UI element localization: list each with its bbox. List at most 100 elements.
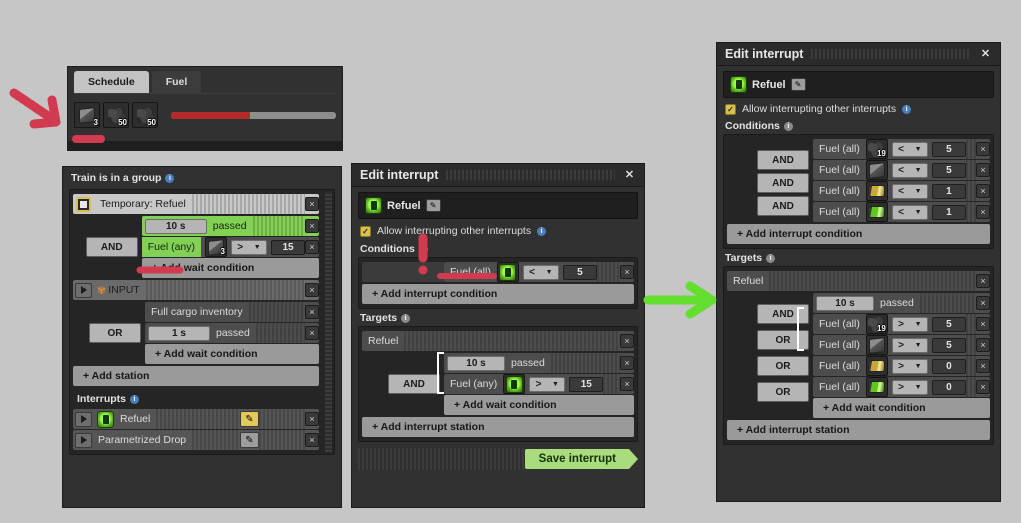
edit-pencil-icon[interactable]: ✎ [240, 411, 259, 427]
fuel-slot-solid-fuel[interactable]: 3 [74, 102, 100, 128]
threshold-value[interactable]: 1 [931, 204, 966, 220]
target-wait-condition-solid-fuel[interactable]: Fuel (all) > ▼ 5 × [813, 335, 990, 355]
remove-station-button[interactable]: × [305, 283, 319, 297]
target-wait-condition-fuel[interactable]: Fuel (any) > ▼ 15 × [444, 374, 634, 394]
fuel-item-slot[interactable] [865, 181, 888, 201]
remove-condition-button[interactable]: × [976, 338, 990, 352]
interrupt-condition-fuel[interactable]: Fuel (all) < ▼ 5 × [444, 262, 634, 282]
info-icon[interactable]: i [537, 226, 547, 236]
target-station-row[interactable]: Refuel × [362, 331, 634, 351]
checkbox-checked-icon[interactable]: ✓ [360, 225, 371, 237]
comparator-dropdown[interactable]: > ▼ [529, 376, 566, 392]
wait-condition-time-2[interactable]: 1 s passed × [145, 323, 319, 343]
threshold-value[interactable]: 5 [562, 264, 597, 280]
fuel-item-slot[interactable] [865, 335, 888, 355]
remove-condition-button[interactable]: × [976, 317, 990, 331]
target-wait-condition-time[interactable]: 10 s passed × [444, 353, 634, 373]
drag-handle[interactable] [446, 170, 615, 180]
operator-or-button[interactable]: OR [757, 330, 809, 350]
scrollbar[interactable] [325, 192, 332, 452]
info-icon[interactable]: i [902, 104, 912, 114]
add-wait-condition-button[interactable]: + Add wait condition [813, 398, 990, 418]
remove-condition-button[interactable]: × [976, 359, 990, 373]
operator-and-button[interactable]: AND [757, 150, 809, 170]
comparator-dropdown[interactable]: < ▼ [891, 204, 928, 220]
threshold-value[interactable]: 0 [931, 379, 966, 395]
fuel-slot-coal-2[interactable]: 50 [132, 102, 158, 128]
add-interrupt-condition-button[interactable]: + Add interrupt condition [727, 224, 990, 244]
remove-condition-button[interactable]: × [620, 265, 634, 279]
edit-pencil-icon[interactable]: ✎ [240, 432, 259, 448]
remove-condition-button[interactable]: × [976, 296, 990, 310]
remove-condition-button[interactable]: × [976, 380, 990, 394]
close-icon[interactable]: ✕ [623, 169, 636, 182]
comparator-dropdown[interactable]: > ▼ [231, 239, 267, 255]
threshold-value[interactable]: 5 [931, 162, 966, 178]
info-icon[interactable]: i [401, 313, 411, 323]
remove-condition-button[interactable]: × [976, 205, 990, 219]
close-icon[interactable]: ✕ [979, 48, 992, 61]
rename-pencil-icon[interactable]: ✎ [790, 78, 806, 91]
wait-condition-fuel[interactable]: Fuel (any) 3 > ▼ 15 × [141, 237, 319, 257]
comparator-dropdown[interactable]: > ▼ [891, 337, 928, 353]
fuel-signal-slot[interactable] [496, 262, 519, 282]
remove-station-button[interactable]: × [305, 197, 319, 211]
comparator-dropdown[interactable]: > ▼ [891, 358, 928, 374]
interrupt-row-parametrized-drop[interactable]: Parametrized Drop ✎ × [73, 430, 319, 450]
remove-condition-button[interactable]: × [620, 377, 634, 391]
add-interrupt-condition-button[interactable]: + Add interrupt condition [362, 284, 634, 304]
rename-pencil-icon[interactable]: ✎ [425, 199, 441, 212]
threshold-value[interactable]: 1 [931, 183, 966, 199]
time-value[interactable]: 10 s [144, 218, 207, 234]
remove-condition-button[interactable]: × [305, 326, 319, 340]
wait-condition-time[interactable]: 10 s passed × [141, 216, 319, 236]
fuel-item-slot[interactable] [865, 160, 888, 180]
comparator-dropdown[interactable]: > ▼ [891, 379, 928, 395]
checkbox-checked-icon[interactable]: ✓ [725, 103, 736, 115]
station-row-input[interactable]: ✾ INPUT × [73, 280, 319, 300]
add-wait-condition-button[interactable]: + Add wait condition [444, 395, 634, 415]
comparator-dropdown[interactable]: < ▼ [891, 141, 928, 157]
drag-handle[interactable] [811, 49, 971, 59]
interrupt-row-refuel[interactable]: Refuel ✎ × [73, 409, 319, 429]
operator-or-button[interactable]: OR [757, 382, 809, 402]
info-icon[interactable]: i [130, 394, 140, 404]
fuel-signal-slot[interactable] [503, 374, 526, 394]
remove-condition-button[interactable]: × [305, 305, 319, 319]
target-station-row[interactable]: Refuel × [727, 271, 990, 291]
interrupt-condition-coal[interactable]: Fuel (all) 19 < ▼ 5 × [813, 139, 990, 159]
remove-condition-button[interactable]: × [976, 163, 990, 177]
interrupt-condition-solid-fuel[interactable]: Fuel (all) < ▼ 5 × [813, 160, 990, 180]
fuel-item-slot[interactable] [865, 356, 888, 376]
target-wait-condition-rocket-fuel[interactable]: Fuel (all) > ▼ 0 × [813, 356, 990, 376]
info-icon[interactable]: i [766, 253, 776, 263]
fuel-item-slot[interactable]: 19 [865, 139, 888, 159]
fuel-item-slot[interactable] [865, 202, 888, 222]
time-value[interactable]: 10 s [816, 295, 874, 311]
operator-and-button[interactable]: AND [388, 374, 440, 394]
remove-condition-button[interactable]: × [305, 219, 319, 233]
station-row-temporary[interactable]: Temporary: Refuel × [73, 194, 319, 214]
operator-or-button[interactable]: OR [89, 323, 141, 343]
target-wait-condition-coal[interactable]: Fuel (all) 19 > ▼ 5 × [813, 314, 990, 334]
operator-and-button[interactable]: AND [757, 304, 809, 324]
expand-arrow-icon[interactable] [75, 432, 92, 448]
remove-condition-button[interactable]: × [976, 184, 990, 198]
remove-condition-button[interactable]: × [620, 356, 634, 370]
time-value[interactable]: 10 s [447, 355, 505, 371]
expand-arrow-icon[interactable] [75, 282, 92, 298]
threshold-value[interactable]: 5 [931, 337, 966, 353]
remove-interrupt-button[interactable]: × [305, 433, 319, 447]
threshold-value[interactable]: 15 [271, 239, 305, 255]
remove-interrupt-button[interactable]: × [305, 412, 319, 426]
dialog-title-bar[interactable]: Edit interrupt ✕ [717, 43, 1000, 66]
threshold-value[interactable]: 15 [569, 376, 604, 392]
info-icon[interactable]: i [418, 244, 428, 254]
operator-and-button[interactable]: AND [85, 237, 138, 257]
comparator-dropdown[interactable]: < ▼ [891, 162, 928, 178]
operator-or-button[interactable]: OR [757, 356, 809, 376]
target-wait-condition-nuclear-fuel[interactable]: Fuel (all) > ▼ 0 × [813, 377, 990, 397]
info-icon[interactable]: i [165, 173, 175, 183]
interrupt-condition-nuclear-fuel[interactable]: Fuel (all) < ▼ 1 × [813, 202, 990, 222]
operator-and-button[interactable]: AND [757, 173, 809, 193]
